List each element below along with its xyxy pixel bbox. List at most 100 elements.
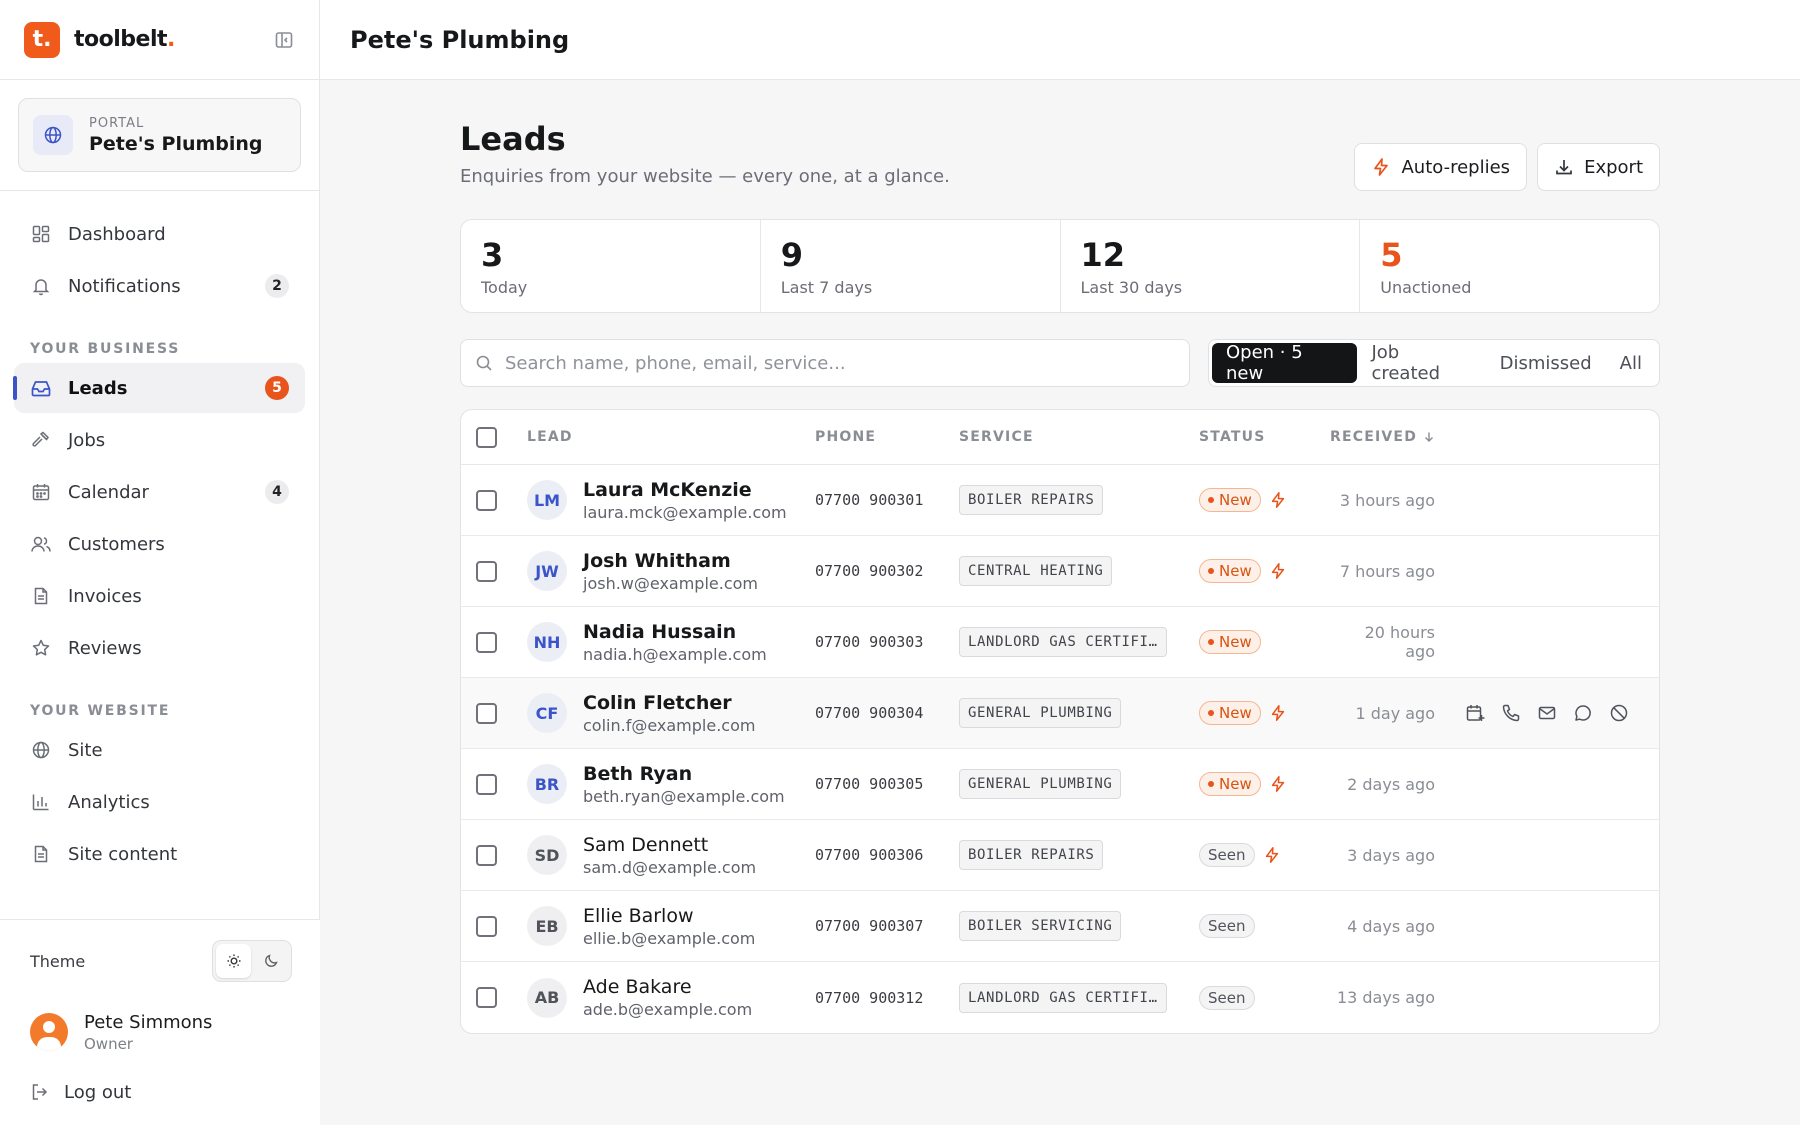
table-row[interactable]: EB Ellie Barlow ellie.b@example.com 07700 9… [461, 891, 1659, 962]
table-row[interactable]: LM Laura McKenzie laura.mck@example.com 077… [461, 465, 1659, 536]
lead-name[interactable]: Josh Whitham [583, 550, 758, 572]
lead-name[interactable]: Nadia Hussain [583, 621, 767, 643]
table-row[interactable]: SD Sam Dennett sam.d@example.com 07700 9003… [461, 820, 1659, 891]
lead-email: nadia.h@example.com [583, 644, 767, 664]
lead-phone: 07700 900305 [815, 775, 924, 793]
row-checkbox[interactable] [476, 560, 497, 582]
stat-label: Today [481, 278, 528, 297]
row-checkbox[interactable] [476, 844, 497, 866]
sidebar-item-reviews[interactable]: Reviews [14, 623, 305, 673]
column-header-lead[interactable]: LEAD [527, 429, 815, 445]
status-text: Seen [1208, 988, 1246, 1007]
calendar-plus-icon[interactable] [1465, 703, 1485, 723]
page-subtitle: Enquiries from your website — every one,… [460, 166, 950, 187]
lead-email: beth.ryan@example.com [583, 786, 785, 806]
download-icon [1554, 157, 1574, 177]
avatar: AB [527, 977, 567, 1018]
service-tag: LANDLORD GAS CERTIFI… [959, 982, 1167, 1013]
auto-reply-lightning-icon [1269, 704, 1287, 722]
sidebar-item-analytics[interactable]: Analytics [14, 777, 305, 827]
row-checkbox[interactable] [476, 702, 497, 724]
row-checkbox[interactable] [476, 915, 497, 937]
tab-open[interactable]: Open · 5 new [1212, 342, 1358, 384]
user-name: Pete Simmons [84, 1011, 213, 1033]
user-profile[interactable]: Pete Simmons Owner [0, 1002, 320, 1062]
table-row[interactable]: BR Beth Ryan beth.ryan@example.com 07700 90… [461, 749, 1659, 820]
sidebar-item-site-content[interactable]: Site content [14, 829, 305, 879]
export-button[interactable]: Export [1537, 143, 1660, 191]
brand-bar: t. toolbelt. [0, 0, 319, 80]
avatar [30, 1013, 68, 1051]
lead-email: ellie.b@example.com [583, 928, 756, 948]
auto-replies-button[interactable]: Auto-replies [1354, 143, 1528, 191]
logout-label: Log out [64, 1081, 132, 1103]
table-row[interactable]: CF Colin Fletcher colin.f@example.com 07700… [461, 678, 1659, 749]
lead-name[interactable]: Ade Bakare [583, 976, 752, 998]
lead-name[interactable]: Ellie Barlow [583, 905, 755, 927]
theme-toggle [212, 940, 292, 982]
dark-mode-moon-icon[interactable] [253, 944, 288, 978]
sidebar-item-invoices[interactable]: Invoices [14, 571, 305, 621]
tab-dismissed[interactable]: Dismissed [1486, 343, 1606, 383]
sidebar-footer: Theme Pete Simmons Owner Log out [0, 919, 320, 1125]
column-header-status[interactable]: STATUS [1199, 429, 1330, 445]
sidebar-item-label: Site content [68, 843, 178, 865]
status-badge: New [1199, 630, 1261, 654]
row-checkbox[interactable] [476, 489, 497, 511]
tab-all[interactable]: All [1606, 343, 1656, 383]
search-input[interactable] [505, 352, 1175, 374]
sidebar-item-label: Notifications [68, 275, 181, 297]
table-row[interactable]: AB Ade Bakare ade.b@example.com 07700 90031… [461, 962, 1659, 1033]
toolbelt-logo[interactable]: t. [24, 21, 60, 58]
lead-email: colin.f@example.com [583, 715, 756, 735]
section-label-website: YOUR WEBSITE [30, 703, 171, 719]
row-checkbox[interactable] [476, 773, 497, 795]
mail-icon[interactable] [1537, 703, 1557, 723]
portal-switcher[interactable]: PORTAL Pete's Plumbing [18, 98, 301, 172]
table-row[interactable]: NH Nadia Hussain nadia.h@example.com 07700 … [461, 607, 1659, 678]
lead-email: sam.d@example.com [583, 857, 757, 877]
tab-job-created[interactable]: Job created [1357, 342, 1485, 384]
stat-label: Last 30 days [1080, 278, 1183, 297]
column-header-service[interactable]: SERVICE [959, 429, 1199, 445]
sidebar-item-dashboard[interactable]: Dashboard [14, 209, 305, 259]
table-body: LM Laura McKenzie laura.mck@example.com 077… [461, 465, 1659, 1033]
sidebar-item-notifications[interactable]: Notifications 2 [14, 261, 305, 311]
chat-icon[interactable] [1573, 703, 1593, 723]
lead-phone: 07700 900301 [815, 491, 924, 509]
row-checkbox[interactable] [476, 987, 497, 1008]
lead-name[interactable]: Beth Ryan [583, 763, 785, 785]
phone-icon[interactable] [1501, 703, 1521, 723]
column-header-phone[interactable]: PHONE [815, 429, 959, 445]
sidebar-item-jobs[interactable]: Jobs [14, 415, 305, 465]
sidebar-item-customers[interactable]: Customers [14, 519, 305, 569]
notification-count-badge: 2 [265, 274, 289, 298]
stat-value: 3 [481, 236, 504, 274]
column-header-received-label: RECEIVED [1330, 429, 1418, 445]
status-text: Seen [1208, 917, 1246, 935]
lead-name[interactable]: Sam Dennett [583, 834, 756, 856]
logout-button[interactable]: Log out [0, 1062, 320, 1122]
stat-label: Unactioned [1380, 278, 1472, 297]
brand-name: toolbelt. [74, 27, 175, 52]
lead-phone: 07700 900306 [815, 846, 924, 864]
column-header-received[interactable]: RECEIVED [1330, 429, 1435, 445]
sidebar-item-label: Leads [68, 377, 128, 399]
lead-email: laura.mck@example.com [583, 502, 787, 522]
select-all-checkbox[interactable] [476, 426, 497, 448]
stat-unactioned: 5 Unactioned [1360, 220, 1659, 312]
sidebar-item-site[interactable]: Site [14, 725, 305, 775]
status-badge: New [1199, 701, 1261, 725]
light-mode-sun-icon[interactable] [216, 944, 251, 978]
ban-icon[interactable] [1609, 703, 1629, 723]
sidebar-item-label: Customers [68, 533, 165, 555]
lead-name[interactable]: Colin Fletcher [583, 692, 755, 714]
table-row[interactable]: JW Josh Whitham josh.w@example.com 07700 90… [461, 536, 1659, 607]
status-text: New [1219, 775, 1252, 793]
row-checkbox[interactable] [476, 631, 497, 653]
sidebar-collapse-icon[interactable] [273, 29, 295, 51]
lead-name[interactable]: Laura McKenzie [583, 479, 787, 501]
service-tag: BOILER REPAIRS [959, 840, 1104, 870]
sidebar-item-calendar[interactable]: Calendar 4 [14, 467, 305, 517]
sidebar-item-leads[interactable]: Leads 5 [13, 363, 305, 413]
